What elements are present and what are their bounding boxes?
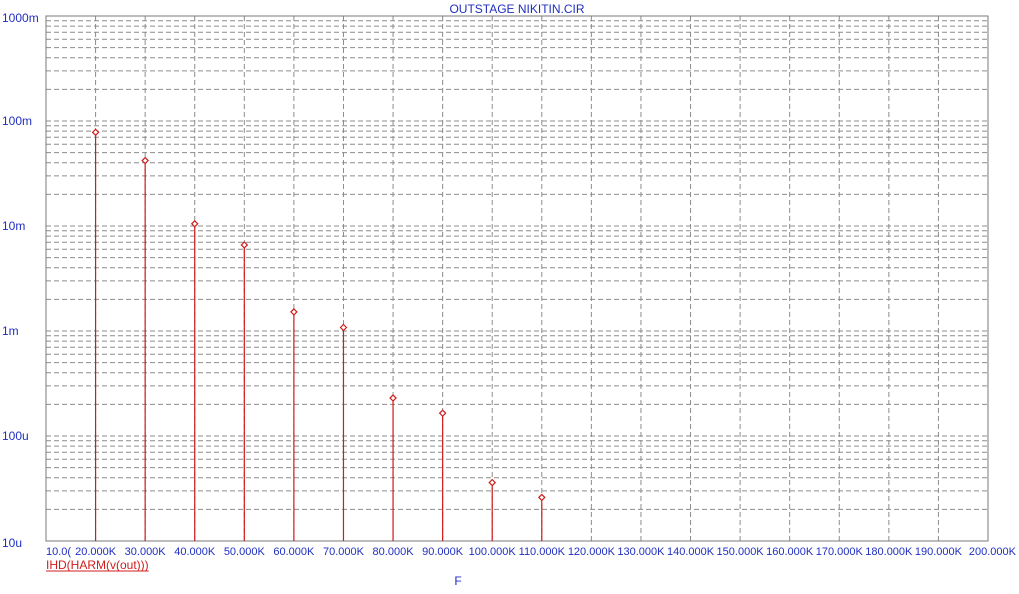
x-tick-label: 160.000K — [766, 546, 814, 558]
stem-marker — [488, 478, 497, 487]
x-tick-label: 140.000K — [667, 546, 715, 558]
x-tick-label: 60.000K — [273, 546, 315, 558]
x-tick-label: 20.000K — [75, 546, 117, 558]
stem-marker — [339, 323, 348, 332]
x-tick-label: 80.000K — [373, 546, 415, 558]
stem-marker — [438, 409, 447, 418]
x-tick-label: 190.000K — [915, 546, 963, 558]
x-tick-label: 130.000K — [617, 546, 665, 558]
x-tick-label: 40.000K — [174, 546, 216, 558]
x-tick-label: 50.000K — [224, 546, 266, 558]
x-tick-label: 120.000K — [568, 546, 616, 558]
chart-title: OUTSTAGE NIKITIN.CIR — [449, 2, 584, 16]
stem-marker — [240, 241, 249, 249]
stem-marker — [290, 308, 298, 316]
x-tick-label: 170.000K — [816, 546, 864, 558]
x-axis-ticks: 10.0( 20.000K 30.000K 40.000K 50.000K 60.000K… — [46, 546, 1017, 558]
y-tick-label: 10m — [2, 219, 25, 233]
grid-lines — [46, 16, 988, 541]
x-tick-label: 90.000K — [422, 546, 464, 558]
x-tick-label: 200.000K — [969, 546, 1017, 558]
y-tick-label: 1m — [2, 324, 19, 338]
x-tick-label: 180.000K — [865, 546, 913, 558]
x-tick-label: 10.0( — [46, 546, 71, 558]
x-tick-label: 110.000K — [519, 546, 566, 558]
y-axis-ticks: 1000m 100m 10m 1m 100u 10u — [2, 11, 39, 550]
x-tick-label: 150.000K — [717, 546, 765, 558]
x-tick-label: 30.000K — [125, 546, 167, 558]
harmonic-distortion-chart: 1000m 100m 10m 1m 100u 10u 10.0( 20.000K 30.000… — [2, 2, 1017, 588]
x-tick-label: 100.000K — [469, 546, 517, 558]
stem-marker — [537, 493, 546, 502]
plot-frame — [45, 15, 989, 542]
y-tick-label: 1000m — [2, 11, 39, 25]
series-stems — [91, 128, 546, 541]
stem-marker — [91, 128, 100, 137]
y-tick-label: 100u — [2, 429, 29, 443]
legend-series-label: IHD(HARM(v(out))) — [46, 558, 149, 572]
y-tick-label: 100m — [2, 114, 32, 128]
y-tick-label: 10u — [2, 536, 22, 550]
stem-marker — [389, 394, 397, 402]
x-axis-label: F — [454, 574, 461, 588]
x-tick-label: 70.000K — [323, 546, 365, 558]
